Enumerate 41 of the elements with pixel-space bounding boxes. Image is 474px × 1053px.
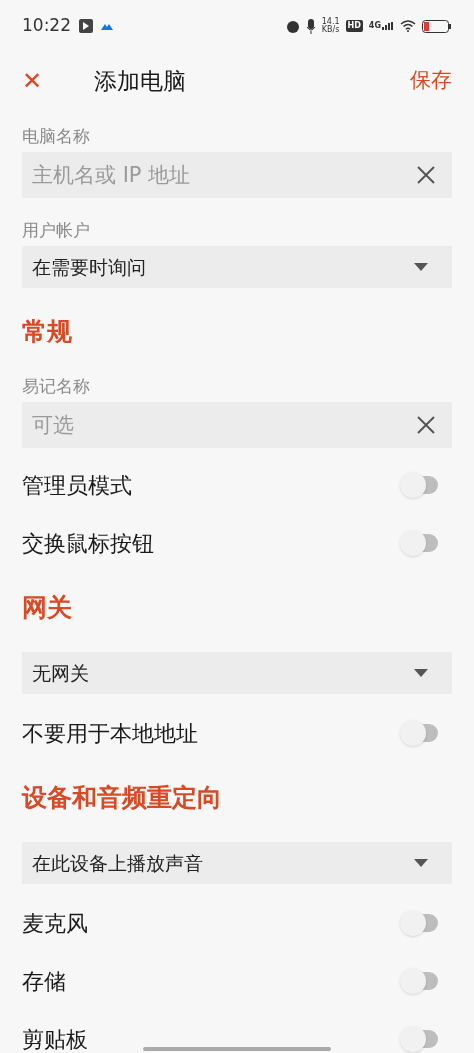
setting-label: 不要用于本地地址 [22,719,198,748]
status-time: 10:22 [22,14,71,38]
toggle-switch[interactable] [400,968,438,994]
page-title: 添加电脑 [94,66,187,96]
dropdown[interactable]: 在需要时询问 [22,246,452,288]
field-label: 电脑名称 [22,125,91,148]
dropdown[interactable]: 在此设备上播放声音 [22,842,452,884]
signal-icon [382,22,394,30]
clear-icon[interactable] [416,165,436,185]
hd-badge: HD [345,20,363,32]
network-type: 4G [368,22,381,30]
toggle-switch[interactable] [400,910,438,936]
section-heading: 设备和音频重定向 [22,782,222,815]
input-field[interactable]: 可选 [22,402,452,448]
section-heading: 网关 [22,592,72,625]
field-label: 易记名称 [22,375,91,398]
wifi-icon [400,20,416,32]
input-field[interactable]: 主机名或 IP 地址 [22,152,452,198]
dropdown[interactable]: 无网关 [22,652,452,694]
microphone-icon [305,18,316,34]
speed-unit: KB/s [321,26,340,34]
app-notification-icon [79,19,93,33]
battery-icon [422,19,452,33]
dropdown-arrow-icon [414,263,428,271]
toggle-switch[interactable] [400,720,438,746]
setting-label: 麦克风 [22,909,88,938]
close-button[interactable]: ✕ [22,63,54,99]
setting-label: 剪贴板 [22,1025,88,1053]
dropdown-arrow-icon [414,669,428,677]
toggle-switch[interactable] [400,472,438,498]
setting-label: 存储 [22,967,66,996]
section-heading: 常规 [22,316,72,349]
save-button[interactable]: 保存 [410,65,452,97]
field-label: 用户帐户 [22,219,91,242]
dropdown-arrow-icon [414,859,428,867]
toggle-switch[interactable] [400,1026,438,1052]
setting-label: 交换鼠标按钮 [22,529,154,558]
network-speed: 14.1 [321,18,340,26]
toggle-switch[interactable] [400,530,438,556]
setting-label: 管理员模式 [22,471,132,500]
clear-icon[interactable] [416,415,436,435]
